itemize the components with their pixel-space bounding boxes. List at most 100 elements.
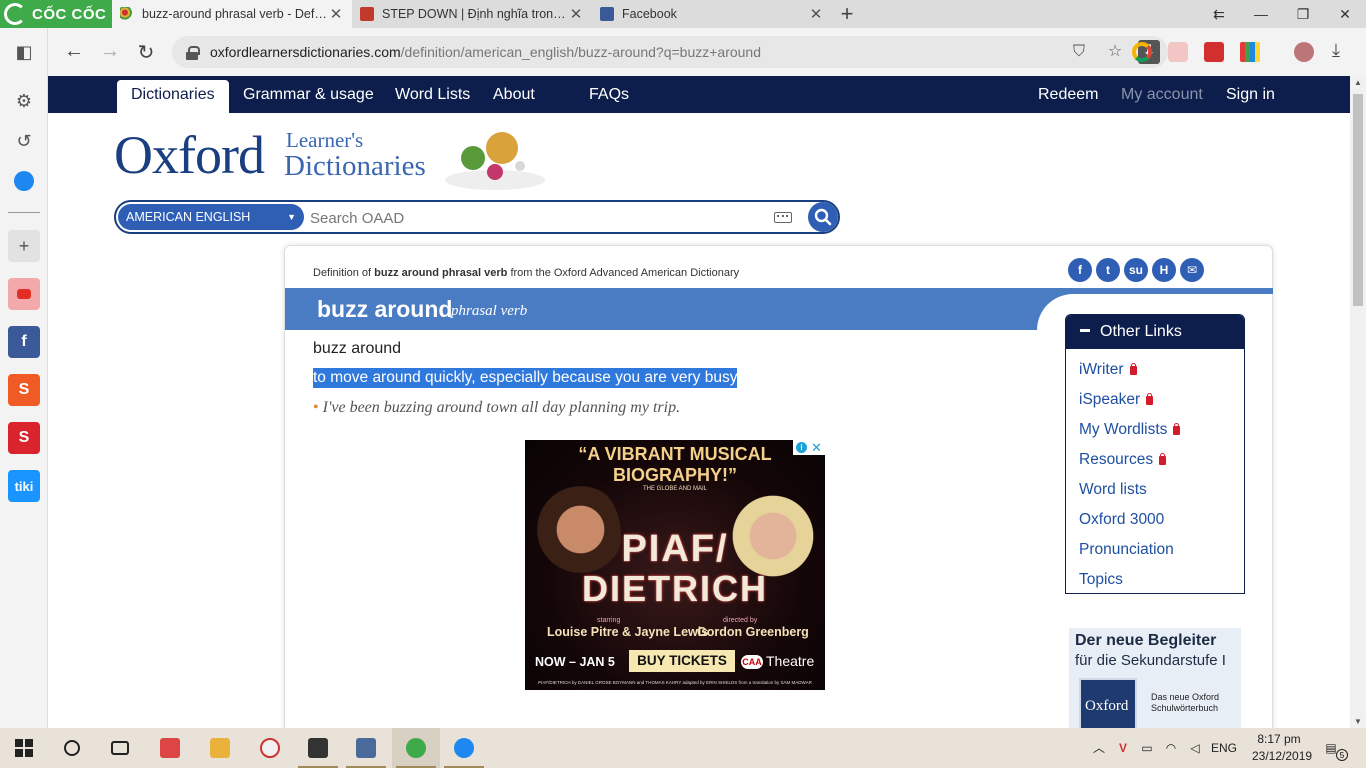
settings-gear-icon[interactable]: ⚙: [8, 85, 40, 117]
shopee-icon[interactable]: S: [8, 374, 40, 406]
downloads-icon[interactable]: ⤓: [1332, 40, 1340, 61]
share-stumbleupon-icon[interactable]: su: [1124, 258, 1148, 282]
tab-search-icon[interactable]: ⇇: [1198, 0, 1240, 28]
other-link-pronunciation[interactable]: Pronunciation: [1079, 535, 1244, 565]
tray-chevron-icon[interactable]: ︿: [1090, 728, 1108, 768]
other-link-my-wordlists[interactable]: My Wordlists: [1079, 415, 1244, 445]
taskbar-app-tool[interactable]: [342, 728, 390, 768]
search-input[interactable]: [310, 206, 760, 230]
taskbar-app-1[interactable]: [146, 728, 194, 768]
link-label: iWriter: [1079, 361, 1124, 378]
volume-icon[interactable]: ◁: [1186, 728, 1204, 768]
tray-app-icon[interactable]: V: [1114, 728, 1132, 768]
other-links-header[interactable]: Other Links: [1066, 315, 1244, 349]
close-tab-icon[interactable]: ✕: [808, 5, 824, 23]
adchoices-info-icon[interactable]: i: [796, 442, 807, 453]
tab-cambridge[interactable]: STEP DOWN | Định nghĩa trong Từ ✕: [352, 0, 592, 28]
back-button[interactable]: ←: [56, 40, 92, 63]
scroll-down-icon[interactable]: ▼: [1350, 717, 1366, 726]
oxford-logo[interactable]: Oxford Learner's Dictionaries: [114, 128, 426, 182]
tab-facebook[interactable]: Facebook ✕: [592, 0, 832, 28]
extension-chrome-icon[interactable]: [1132, 42, 1152, 62]
other-links-list: iWriter iSpeaker My Wordlists Resources …: [1066, 349, 1244, 595]
other-link-iwriter[interactable]: iWriter: [1079, 355, 1244, 385]
other-link-word-lists[interactable]: Word lists: [1079, 475, 1244, 505]
nav-sign-in[interactable]: Sign in: [1226, 76, 1275, 113]
scroll-up-icon[interactable]: ▲: [1350, 78, 1366, 87]
sidebar-toggle-icon[interactable]: ◧: [8, 36, 40, 68]
tab-oxford[interactable]: buzz-around phrasal verb - Definiti ✕: [112, 0, 352, 28]
share-hatena-icon[interactable]: H: [1152, 258, 1176, 282]
facebook-icon[interactable]: f: [8, 326, 40, 358]
advertisement-banner[interactable]: “A VIBRANT MUSICAL BIOGRAPHY!” THE GLOBE…: [525, 440, 825, 690]
share-email-icon[interactable]: ✉: [1180, 258, 1204, 282]
restore-button[interactable]: ❐: [1282, 0, 1324, 28]
lock-icon: [1146, 393, 1154, 405]
search-taskbar-button[interactable]: [48, 728, 96, 768]
search-button[interactable]: [808, 202, 838, 232]
nav-my-account[interactable]: My account: [1121, 76, 1203, 113]
history-icon[interactable]: ↺: [8, 125, 40, 157]
adchoices[interactable]: i ✕: [793, 440, 825, 455]
logo-learners: Learner's: [286, 128, 364, 152]
promo-banner[interactable]: Der neue Begleiter für die Sekundarstufe…: [1069, 628, 1241, 728]
taskbar-zalo[interactable]: [440, 728, 488, 768]
input-language[interactable]: ENG: [1208, 728, 1240, 768]
close-tab-icon[interactable]: ✕: [568, 5, 584, 23]
extension-shield-icon[interactable]: [1168, 42, 1188, 62]
other-link-ispeaker[interactable]: iSpeaker: [1079, 385, 1244, 415]
ad-directed-label: directed by: [723, 617, 758, 624]
dictionary-select[interactable]: AMERICAN ENGLISH ▼: [118, 204, 304, 230]
ad-close-icon[interactable]: ✕: [811, 440, 822, 455]
other-link-oxford-3000[interactable]: Oxford 3000: [1079, 505, 1244, 535]
minimize-button[interactable]: —: [1240, 0, 1282, 28]
sendo-icon[interactable]: S: [8, 422, 40, 454]
messenger-icon[interactable]: [8, 165, 40, 197]
profile-avatar[interactable]: [1294, 42, 1314, 62]
extension-color-icon[interactable]: [1240, 42, 1260, 62]
add-shortcut-icon[interactable]: +: [8, 230, 40, 262]
scrollbar-thumb[interactable]: [1353, 94, 1363, 306]
taskbar-coccoc[interactable]: [392, 728, 440, 768]
notifications-icon[interactable]: ▤: [1318, 728, 1344, 768]
nav-word-lists[interactable]: Word Lists: [395, 76, 470, 113]
nav-redeem[interactable]: Redeem: [1038, 76, 1098, 113]
task-view-button[interactable]: [96, 728, 144, 768]
other-link-topics[interactable]: Topics: [1079, 565, 1244, 595]
tab-title: Facebook: [622, 7, 677, 21]
close-window-button[interactable]: ✕: [1324, 0, 1366, 28]
share-twitter-icon[interactable]: t: [1096, 258, 1120, 282]
coccoc-menu-button[interactable]: CỐC CỐC: [0, 0, 112, 28]
close-tab-icon[interactable]: ✕: [328, 5, 344, 23]
nav-about[interactable]: About: [493, 76, 535, 113]
other-link-resources[interactable]: Resources: [1079, 445, 1244, 475]
nav-grammar-usage[interactable]: Grammar & usage: [243, 76, 374, 113]
ad-dates: NOW – JAN 5: [535, 655, 615, 669]
browser-sidebar: ◧ ⚙ ↺ + f S S tiki: [0, 28, 48, 728]
reload-button[interactable]: ↻: [128, 40, 164, 65]
clock-time: 8:17 pm: [1257, 732, 1301, 746]
nav-faqs[interactable]: FAQs: [589, 76, 629, 113]
search-icon: [814, 208, 832, 226]
taskbar-clock[interactable]: 8:17 pm 23/12/2019: [1252, 731, 1312, 765]
extension-red-icon[interactable]: [1204, 42, 1224, 62]
forward-button[interactable]: →: [92, 40, 128, 63]
tiki-icon[interactable]: tiki: [8, 470, 40, 502]
shield-icon[interactable]: ⛉: [1066, 40, 1092, 64]
nav-dictionaries[interactable]: Dictionaries: [117, 80, 229, 113]
keyboard-icon[interactable]: [774, 212, 792, 223]
share-facebook-icon[interactable]: f: [1068, 258, 1092, 282]
file-explorer-button[interactable]: [196, 728, 244, 768]
coccoc-logo-icon: [4, 3, 26, 25]
taskbar-app-editor[interactable]: [294, 728, 342, 768]
wifi-icon[interactable]: ◠: [1162, 728, 1180, 768]
youtube-icon[interactable]: [8, 278, 40, 310]
start-button[interactable]: [0, 728, 48, 768]
address-bar[interactable]: oxfordlearnersdictionaries.com/definitio…: [172, 36, 1168, 68]
new-tab-button[interactable]: +: [832, 0, 862, 28]
page-scrollbar[interactable]: ▲ ▼: [1350, 76, 1366, 728]
ad-buy-tickets-button[interactable]: BUY TICKETS: [629, 650, 735, 672]
battery-icon[interactable]: ▭: [1138, 728, 1156, 768]
bookmark-star-icon[interactable]: ☆: [1102, 40, 1128, 64]
taskbar-app-paint[interactable]: [246, 728, 294, 768]
